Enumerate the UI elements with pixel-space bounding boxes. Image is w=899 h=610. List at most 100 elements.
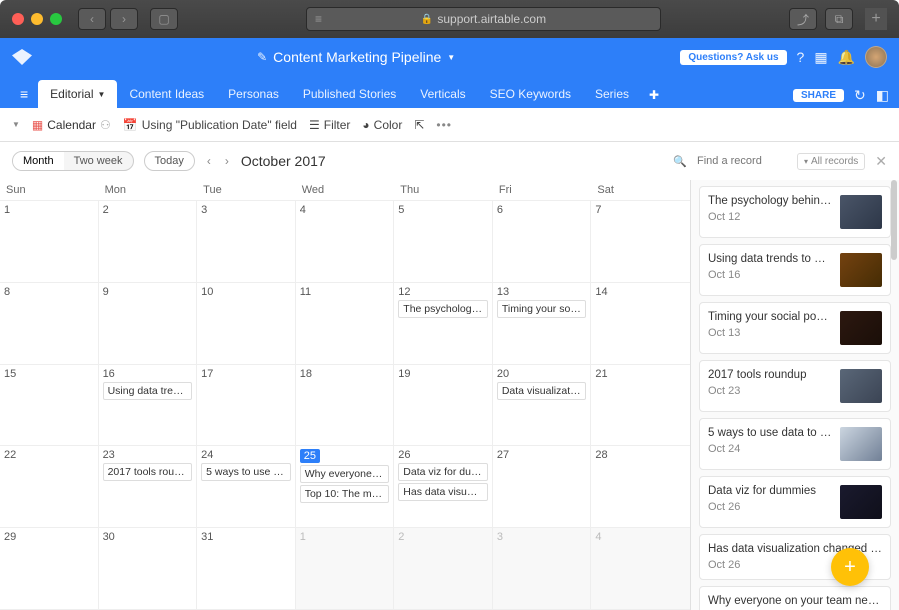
- tabs-overview[interactable]: ⧉: [825, 8, 853, 30]
- calendar-day[interactable]: 25Why everyone on ...Top 10: The most ..…: [296, 446, 395, 527]
- history-icon[interactable]: ↻: [854, 87, 866, 104]
- expand-icon[interactable]: ▼: [12, 120, 20, 129]
- date-field-selector[interactable]: 📅 Using "Publication Date" field: [123, 118, 297, 132]
- calendar-day[interactable]: 6: [493, 201, 592, 282]
- calendar-day[interactable]: 1: [0, 201, 99, 282]
- avatar[interactable]: [865, 46, 887, 68]
- color-button[interactable]: ◕ Color: [362, 118, 402, 132]
- bell-icon[interactable]: 🔔: [838, 49, 855, 66]
- calendar-day[interactable]: 3: [197, 201, 296, 282]
- calendar-day[interactable]: 15: [0, 365, 99, 446]
- calendar-day[interactable]: 232017 tools roundup: [99, 446, 198, 527]
- twoweek-toggle[interactable]: Two week: [64, 152, 133, 170]
- calendar-day[interactable]: 12The psychology b...: [394, 283, 493, 364]
- day-number: 24: [201, 449, 291, 461]
- calendar-day[interactable]: 8: [0, 283, 99, 364]
- month-toggle[interactable]: Month: [13, 152, 64, 170]
- calendar-day[interactable]: 4: [591, 528, 690, 609]
- add-table-button[interactable]: ✚: [641, 82, 667, 108]
- calendar-day[interactable]: 27: [493, 446, 592, 527]
- calendar-day[interactable]: 21: [591, 365, 690, 446]
- help-icon[interactable]: ?: [797, 49, 805, 65]
- share-view-icon[interactable]: ⇱: [414, 118, 424, 132]
- calendar-day[interactable]: 4: [296, 201, 395, 282]
- back-button[interactable]: ‹: [78, 8, 106, 30]
- new-tab-button[interactable]: +: [865, 8, 887, 30]
- address-bar[interactable]: ≡ 🔒 support.airtable.com: [306, 7, 661, 31]
- sidebar-toggle[interactable]: ▢: [150, 8, 178, 30]
- table-tab[interactable]: SEO Keywords: [478, 80, 583, 108]
- calendar-event[interactable]: Data visualization:...: [497, 382, 587, 400]
- maximize-window[interactable]: [50, 13, 62, 25]
- calendar-day[interactable]: 14: [591, 283, 690, 364]
- share-button[interactable]: ⤴: [789, 8, 817, 30]
- prev-month[interactable]: ‹: [205, 154, 213, 168]
- record-card[interactable]: 2017 tools roundupOct 23: [699, 360, 891, 412]
- calendar-event[interactable]: Timing your social...: [497, 300, 587, 318]
- calendar-event[interactable]: Has data visualiza...: [398, 483, 488, 501]
- view-switcher[interactable]: ▦ Calendar ⚇: [32, 118, 111, 132]
- minimize-window[interactable]: [31, 13, 43, 25]
- share-button[interactable]: SHARE: [793, 89, 844, 102]
- calendar-day[interactable]: 2: [99, 201, 198, 282]
- table-tab[interactable]: Editorial▼: [38, 80, 117, 108]
- calendar-event[interactable]: Using data trends ...: [103, 382, 193, 400]
- find-record-input[interactable]: [697, 155, 787, 167]
- calendar-event[interactable]: Data viz for dummi...: [398, 463, 488, 481]
- calendar-event[interactable]: Top 10: The most ...: [300, 485, 390, 503]
- calendar-day[interactable]: 29: [0, 528, 99, 609]
- calendar-day[interactable]: 17: [197, 365, 296, 446]
- today-button[interactable]: Today: [144, 151, 195, 171]
- hamburger-icon[interactable]: ≡: [10, 80, 38, 108]
- record-card[interactable]: The psychology behind d...Oct 12: [699, 186, 891, 238]
- day-number: 19: [398, 368, 488, 380]
- calendar-day[interactable]: 11: [296, 283, 395, 364]
- calendar-day[interactable]: 2: [394, 528, 493, 609]
- apps-grid-icon[interactable]: ▦: [814, 49, 827, 66]
- record-card[interactable]: Using data trends to man...Oct 16: [699, 244, 891, 296]
- calendar-day[interactable]: 20Data visualization:...: [493, 365, 592, 446]
- calendar-day[interactable]: 18: [296, 365, 395, 446]
- calendar-day[interactable]: 9: [99, 283, 198, 364]
- record-card[interactable]: Data viz for dummiesOct 26: [699, 476, 891, 528]
- calendar-day[interactable]: 22: [0, 446, 99, 527]
- forward-button[interactable]: ›: [110, 8, 138, 30]
- calendar-event[interactable]: Why everyone on ...: [300, 465, 390, 483]
- blocks-icon[interactable]: ◧: [876, 87, 889, 104]
- records-filter-dropdown[interactable]: ▾ All records: [797, 153, 865, 170]
- calendar-day[interactable]: 28: [591, 446, 690, 527]
- calendar-day[interactable]: 5: [394, 201, 493, 282]
- calendar-day[interactable]: 19: [394, 365, 493, 446]
- calendar-day[interactable]: 10: [197, 283, 296, 364]
- close-window[interactable]: [12, 13, 24, 25]
- calendar-day[interactable]: 31: [197, 528, 296, 609]
- base-title[interactable]: ✎ Content Marketing Pipeline ▼: [32, 49, 680, 65]
- calendar-day[interactable]: 24 5 ways to use data...: [197, 446, 296, 527]
- filter-button[interactable]: ☰ Filter: [309, 118, 350, 132]
- calendar-day[interactable]: 30: [99, 528, 198, 609]
- calendar-day[interactable]: 16Using data trends ...: [99, 365, 198, 446]
- calendar-day[interactable]: 26Data viz for dummi...Has data visualiz…: [394, 446, 493, 527]
- calendar-day[interactable]: 1: [296, 528, 395, 609]
- calendar-day[interactable]: 13Timing your social...: [493, 283, 592, 364]
- calendar-day[interactable]: 7: [591, 201, 690, 282]
- questions-button[interactable]: Questions? Ask us: [680, 50, 786, 65]
- record-card[interactable]: 5 ways to use data to sel...Oct 24: [699, 418, 891, 470]
- record-card[interactable]: Why everyone on your team needs...Oct 25: [699, 586, 891, 610]
- calendar-event[interactable]: 5 ways to use data...: [201, 463, 291, 481]
- table-tab[interactable]: Published Stories: [291, 80, 408, 108]
- record-card[interactable]: Timing your social posts ...Oct 13: [699, 302, 891, 354]
- table-tab[interactable]: Series: [583, 80, 641, 108]
- close-panel-icon[interactable]: ✕: [875, 153, 887, 170]
- calendar-event[interactable]: The psychology b...: [398, 300, 488, 318]
- airtable-logo-icon[interactable]: [12, 49, 32, 65]
- calendar-event[interactable]: 2017 tools roundup: [103, 463, 193, 481]
- next-month[interactable]: ›: [223, 154, 231, 168]
- table-tab[interactable]: Verticals: [408, 80, 477, 108]
- more-options[interactable]: •••: [436, 118, 452, 132]
- table-tab[interactable]: Personas: [216, 80, 291, 108]
- add-record-fab[interactable]: +: [831, 548, 869, 586]
- calendar-day[interactable]: 3: [493, 528, 592, 609]
- scrollbar[interactable]: [891, 180, 897, 260]
- table-tab[interactable]: Content Ideas: [117, 80, 216, 108]
